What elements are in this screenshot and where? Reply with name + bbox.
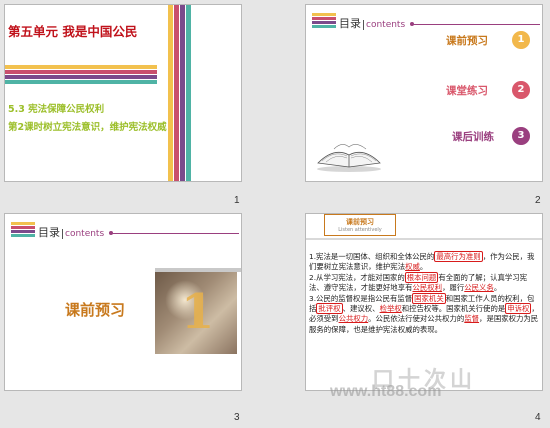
toc-item-2[interactable]: 课堂练习	[446, 83, 488, 98]
open-book-icon	[317, 144, 381, 172]
slide-thumbnail-1[interactable]: 第五单元 我是中国公民 5.3 宪法保障公民权利 第2课时树立宪法意识，维护宪法…	[4, 4, 242, 182]
text-run: 。	[493, 283, 502, 293]
text-run: 3.公民的监督权是指公民有监督	[309, 293, 413, 303]
vertical-stripes	[168, 5, 192, 181]
slide-thumbnail-2[interactable]: 目录 contents 课前预习 1 课堂练习 2 课后训练 3	[305, 4, 543, 182]
answer-blank: 最高行为准则	[434, 251, 483, 262]
toc-badge-1: 1	[512, 31, 530, 49]
answer-blank: 公共权力	[338, 314, 369, 324]
section-number: 1	[181, 284, 215, 340]
answer-blank: 根本问题	[404, 271, 439, 283]
answer-blank: 监督	[464, 314, 480, 324]
slide-thumbnail-3[interactable]: 目录 contents 课前预习 1	[4, 213, 242, 391]
slide-subtitle: 5.3 宪法保障公民权利	[8, 104, 105, 115]
text-run: 。公民依法行使对公共权力的	[368, 314, 465, 324]
text-run: 。	[419, 262, 428, 272]
answer-blank: 公民义务	[464, 283, 494, 293]
answer-blank: 权威	[405, 262, 420, 272]
header-dot	[109, 231, 113, 235]
watermark-url: www.ht88.com	[330, 383, 442, 400]
slide-number: 3	[234, 412, 240, 423]
answer-blank: 检举权	[379, 304, 402, 314]
header-dot	[410, 22, 414, 26]
toc-item-1[interactable]: 课前预习	[446, 33, 488, 48]
answer-blank: 申诉权	[505, 303, 532, 315]
header-line	[111, 233, 239, 234]
text-run: 、建议权、	[342, 304, 380, 314]
toc-header-cn: 目录	[339, 17, 361, 30]
toc-badge-2: 2	[512, 81, 530, 99]
exercise-text: 1.宪法是一切国体、组织和全体公民的 最高行为准则 ，作为公民，我们要树立宪法意识，…	[309, 251, 541, 335]
top-divider	[306, 238, 542, 240]
slide-number: 2	[535, 195, 541, 206]
toc-header-en: contents	[62, 229, 105, 239]
text-run: ，履行	[442, 283, 465, 293]
text-run: 2.从学习宪法，才能对国家的	[309, 272, 405, 282]
toc-badge-3: 3	[512, 127, 530, 145]
toc-item-3[interactable]: 课后训练	[452, 129, 494, 144]
text-run: 1.宪法是一切国体、组织和全体公民	[309, 252, 427, 261]
toc-header: 目录 contents	[339, 15, 406, 31]
slide-title: 第五单元 我是中国公民	[8, 24, 138, 39]
text-run: 和控告权等。国家机关行使的是	[401, 304, 506, 314]
section-title: 课前预习	[65, 301, 126, 319]
decorative-stripes	[5, 65, 157, 85]
section-tag-title: 课前预习	[346, 218, 374, 226]
slide-number: 1	[234, 195, 240, 206]
answer-blank: 国家机关	[412, 292, 446, 304]
toc-header: 目录 contents	[38, 224, 105, 240]
section-photo: 1	[155, 272, 237, 354]
lesson-title: 第2课时树立宪法意识，维护宪法权威	[8, 122, 167, 133]
header-stripes	[312, 13, 336, 29]
section-tag: 课前预习 Listen attentively	[324, 214, 396, 236]
answer-blank: 批评权	[316, 303, 343, 315]
toc-header-cn: 目录	[38, 226, 60, 239]
slide-number: 4	[535, 412, 541, 423]
answer-blank: 公民权利	[412, 283, 443, 293]
toc-header-en: contents	[363, 20, 406, 30]
header-stripes	[11, 222, 35, 238]
section-tag-sub: Listen attentively	[338, 227, 382, 233]
header-line	[412, 24, 540, 25]
